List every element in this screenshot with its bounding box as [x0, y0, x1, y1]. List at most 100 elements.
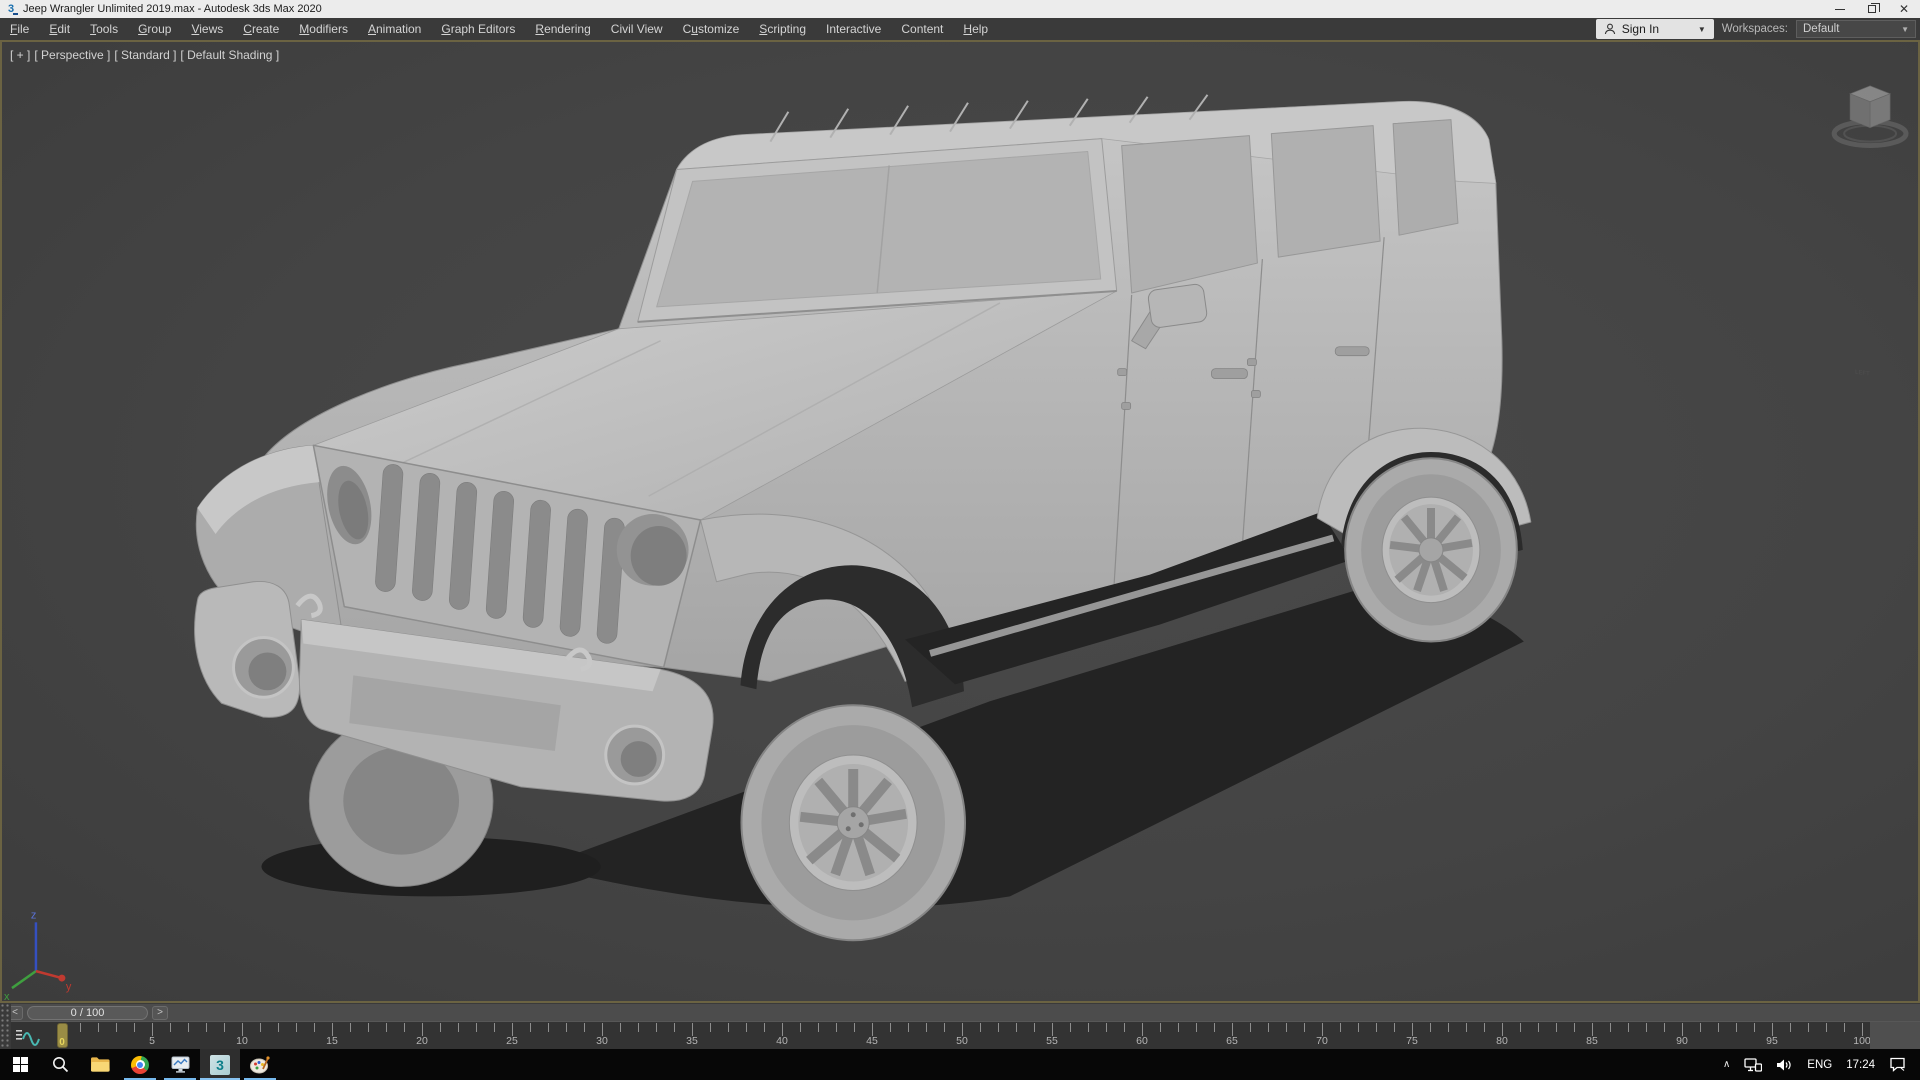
viewport-shading-label[interactable]: [ Default Shading ] [180, 48, 279, 62]
track-bar[interactable]: 5101520253035404550556065707580859095100… [0, 1021, 1920, 1049]
current-frame-marker[interactable]: 0 [57, 1023, 68, 1048]
ruler-tick [620, 1023, 621, 1032]
ruler-tick-label: 30 [587, 1035, 617, 1047]
ruler-tick [1556, 1023, 1557, 1032]
viewcube[interactable]: LEFT FRONT [1834, 42, 1906, 378]
ruler-tick [1196, 1023, 1197, 1032]
taskbar-item-file-explorer[interactable] [80, 1049, 120, 1080]
windows-start-icon [13, 1057, 28, 1072]
ruler-tick [710, 1023, 711, 1032]
close-button[interactable]: ✕ [1888, 0, 1920, 18]
ruler-tick [1340, 1023, 1341, 1032]
ruler-tick [1664, 1023, 1665, 1032]
ruler-tick [80, 1023, 81, 1032]
menu-create[interactable]: Create [233, 18, 289, 40]
front-left-wheel [741, 705, 965, 940]
menu-file[interactable]: File [0, 18, 39, 40]
workspace-value: Default [1803, 23, 1839, 35]
volume-icon[interactable] [1776, 1058, 1793, 1072]
ruler-tick [1250, 1023, 1251, 1032]
sign-in-button[interactable]: Sign In ▼ [1596, 19, 1714, 39]
ruler-tick [1304, 1023, 1305, 1032]
mini-curve-editor-button[interactable] [15, 1026, 41, 1046]
ruler-tick [1088, 1023, 1089, 1032]
menu-customize[interactable]: Customize [673, 18, 750, 40]
menu-graph-editors[interactable]: Graph Editors [431, 18, 525, 40]
ruler-tick [224, 1023, 225, 1032]
ruler-tick [278, 1023, 279, 1032]
ruler-tick [854, 1023, 855, 1032]
action-center-icon[interactable] [1889, 1057, 1906, 1072]
ruler-tick-label: 90 [1667, 1035, 1697, 1047]
ruler-tick [566, 1023, 567, 1032]
menu-content[interactable]: Content [891, 18, 953, 40]
ruler-tick [1268, 1023, 1269, 1032]
taskbar-item-chrome[interactable] [120, 1049, 160, 1080]
ruler-tick-label: 55 [1037, 1035, 1067, 1047]
viewport-scene[interactable]: LEFT FRONT z x y [2, 42, 1918, 1001]
ruler-tick [548, 1023, 549, 1032]
search-icon [52, 1056, 69, 1073]
restore-button[interactable] [1856, 0, 1888, 18]
user-icon [1604, 23, 1616, 35]
ruler-tick [1610, 1023, 1611, 1032]
ruler-tick [1790, 1023, 1791, 1032]
taskbar-item-paint-app[interactable] [240, 1049, 280, 1080]
taskbar-item-search[interactable] [40, 1049, 80, 1080]
viewport-menu-plus[interactable]: [ + ] [10, 48, 30, 62]
ruler-overflow-area [1870, 1022, 1920, 1049]
menu-interactive[interactable]: Interactive [816, 18, 891, 40]
menu-rendering[interactable]: Rendering [525, 18, 600, 40]
taskbar-item-start[interactable] [0, 1049, 40, 1080]
ruler-tick-label: 15 [317, 1035, 347, 1047]
tray-language[interactable]: ENG [1807, 1059, 1832, 1071]
world-axis-icon: z x y [4, 909, 72, 1001]
jeep-wrangler-model[interactable] [195, 95, 1531, 940]
next-frame-button[interactable]: > [152, 1006, 168, 1020]
timeline-grip[interactable] [0, 1003, 11, 1049]
menu-scripting[interactable]: Scripting [749, 18, 816, 40]
ruler-tick-label: 10 [227, 1035, 257, 1047]
network-icon[interactable] [1744, 1058, 1762, 1072]
ruler-tick [1430, 1023, 1431, 1032]
ruler-tick-label: 35 [677, 1035, 707, 1047]
ruler-tick [116, 1023, 117, 1032]
menu-group[interactable]: Group [128, 18, 181, 40]
windows-taskbar: 3 ∧ ENG 17: [0, 1049, 1920, 1080]
ruler-tick-label: 40 [767, 1035, 797, 1047]
menu-animation[interactable]: Animation [358, 18, 431, 40]
time-slider[interactable]: < 0 / 100 > [0, 1003, 1920, 1021]
ruler-tick [1016, 1023, 1017, 1032]
menu-edit[interactable]: Edit [39, 18, 80, 40]
menu-tools[interactable]: Tools [80, 18, 128, 40]
ruler-tick [368, 1023, 369, 1032]
ruler-tick [1484, 1023, 1485, 1032]
minimize-button[interactable] [1824, 0, 1856, 18]
menu-modifiers[interactable]: Modifiers [289, 18, 358, 40]
viewport-pov-label[interactable]: [ Perspective ] [34, 48, 110, 62]
workspaces-label: Workspaces: [1722, 23, 1788, 35]
tray-clock[interactable]: 17:24 [1846, 1059, 1875, 1071]
menu-civil-view[interactable]: Civil View [601, 18, 673, 40]
menu-views[interactable]: Views [181, 18, 233, 40]
menu-help[interactable]: Help [953, 18, 998, 40]
ruler-tick-label: 25 [497, 1035, 527, 1047]
taskbar-item-monitor-graph-app[interactable] [160, 1049, 200, 1080]
workspaces-dropdown[interactable]: Default ▼ [1796, 20, 1916, 38]
rear-left-wheel [1345, 458, 1517, 641]
ruler-tick [386, 1023, 387, 1032]
perspective-viewport[interactable]: [ + ] [ Perspective ] [ Standard ] [ Defaul… [0, 40, 1920, 1003]
ruler-tick-label: 95 [1757, 1035, 1787, 1047]
ruler-tick [1466, 1023, 1467, 1032]
hidden-icons-chevron[interactable]: ∧ [1723, 1059, 1730, 1070]
chevron-down-icon: ▼ [1901, 25, 1909, 34]
taskbar-item-3ds-max[interactable]: 3 [200, 1049, 240, 1080]
time-slider-handle[interactable]: 0 / 100 [27, 1006, 148, 1020]
viewport-standard-label[interactable]: [ Standard ] [114, 48, 176, 62]
ruler-tick [998, 1023, 999, 1032]
ruler-tick [584, 1023, 585, 1032]
monitor-graph-icon [171, 1056, 190, 1073]
ruler-tick [1844, 1023, 1845, 1032]
ruler-tick-label: 5 [137, 1035, 167, 1047]
title-bar: 3 Jeep Wrangler Unlimited 2019.max - Aut… [0, 0, 1920, 18]
